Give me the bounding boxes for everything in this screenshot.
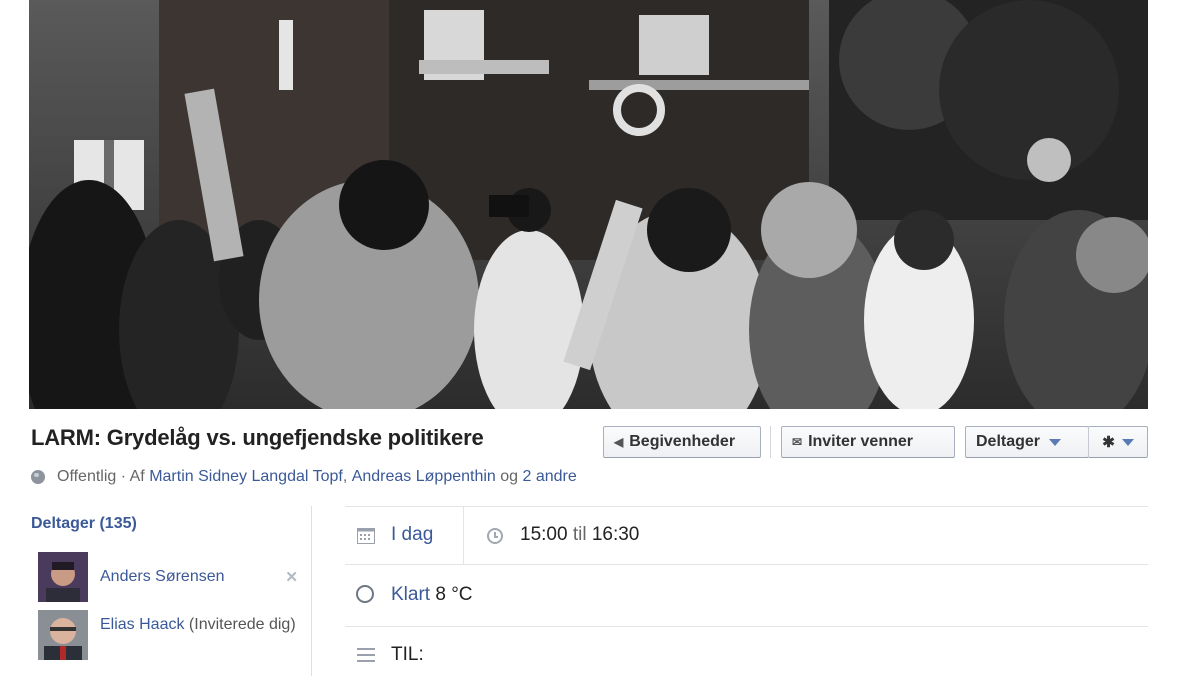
attendee-item[interactable]: Anders Sørensen ✕ bbox=[38, 552, 308, 602]
chevron-down-icon bbox=[1121, 438, 1134, 446]
time-start: 15:00 bbox=[520, 524, 568, 545]
event-title: LARM: Grydelåg vs. ungefjendske politike… bbox=[31, 425, 484, 450]
to-label: TIL: bbox=[391, 644, 424, 665]
settings-dropdown-button[interactable]: ✱ bbox=[1088, 426, 1148, 458]
cover-photo bbox=[29, 0, 1148, 409]
event-date[interactable]: I dag bbox=[391, 524, 433, 546]
divider bbox=[463, 506, 464, 564]
weather-info: Klart 8 °C bbox=[391, 584, 473, 606]
chevron-down-icon bbox=[1049, 438, 1062, 446]
event-meta: Offentlig · Af Martin Sidney Langdal Top… bbox=[31, 468, 577, 486]
gear-icon: ✱ bbox=[1102, 434, 1115, 451]
comma-text: , bbox=[342, 468, 352, 485]
host-link[interactable]: Martin Sidney Langdal Topf bbox=[149, 468, 343, 486]
globe-icon bbox=[31, 470, 45, 484]
time-til: til bbox=[567, 524, 592, 545]
attendees-heading[interactable]: Deltager (135) bbox=[31, 515, 137, 533]
and-text: og bbox=[495, 468, 523, 485]
divider bbox=[345, 626, 1148, 627]
events-back-label: Begivenheder bbox=[629, 433, 736, 450]
time-end: 16:30 bbox=[591, 524, 640, 545]
events-back-button[interactable]: ◀ Begivenheder bbox=[603, 426, 761, 458]
calendar-icon bbox=[357, 528, 375, 544]
chevron-left-icon: ◀ bbox=[614, 435, 624, 449]
attendee-name[interactable]: Elias Haack bbox=[100, 616, 184, 633]
divider bbox=[345, 506, 1148, 507]
event-time: 15:00 til 16:30 bbox=[520, 524, 639, 546]
cover-photo-image bbox=[29, 0, 1148, 409]
menu-icon bbox=[357, 648, 375, 666]
privacy-label: Offentlig bbox=[57, 468, 117, 485]
weather-icon bbox=[356, 585, 374, 603]
attending-label: Deltager bbox=[976, 433, 1041, 450]
avatar-image bbox=[38, 552, 88, 602]
weather-temp: 8 °C bbox=[430, 584, 473, 605]
weather-condition[interactable]: Klart bbox=[391, 584, 430, 605]
attendee-item[interactable]: Elias Haack (Inviterede dig) bbox=[38, 610, 308, 660]
attendee-name[interactable]: Anders Sørensen bbox=[100, 568, 225, 585]
close-icon[interactable]: ✕ bbox=[285, 568, 298, 586]
avatar-image bbox=[38, 610, 88, 660]
attendee-note: (Inviterede dig) bbox=[184, 616, 296, 633]
invite-friends-button[interactable]: ✉ Inviter venner bbox=[781, 426, 955, 458]
toolbar-divider bbox=[770, 426, 771, 458]
avatar[interactable] bbox=[38, 610, 88, 660]
invite-friends-label: Inviter venner bbox=[808, 433, 913, 450]
attendees-panel: Deltager (135) Anders Sørensen ✕ Elias H… bbox=[29, 506, 312, 676]
divider bbox=[345, 564, 1148, 565]
attending-dropdown-button[interactable]: Deltager bbox=[965, 426, 1089, 458]
by-prefix: · Af bbox=[116, 468, 150, 485]
envelope-icon: ✉ bbox=[792, 435, 803, 449]
clock-icon bbox=[487, 528, 503, 544]
host-link[interactable]: Andreas Løppenthin bbox=[352, 468, 496, 486]
other-hosts-link[interactable]: 2 andre bbox=[523, 468, 577, 486]
avatar[interactable] bbox=[38, 552, 88, 602]
